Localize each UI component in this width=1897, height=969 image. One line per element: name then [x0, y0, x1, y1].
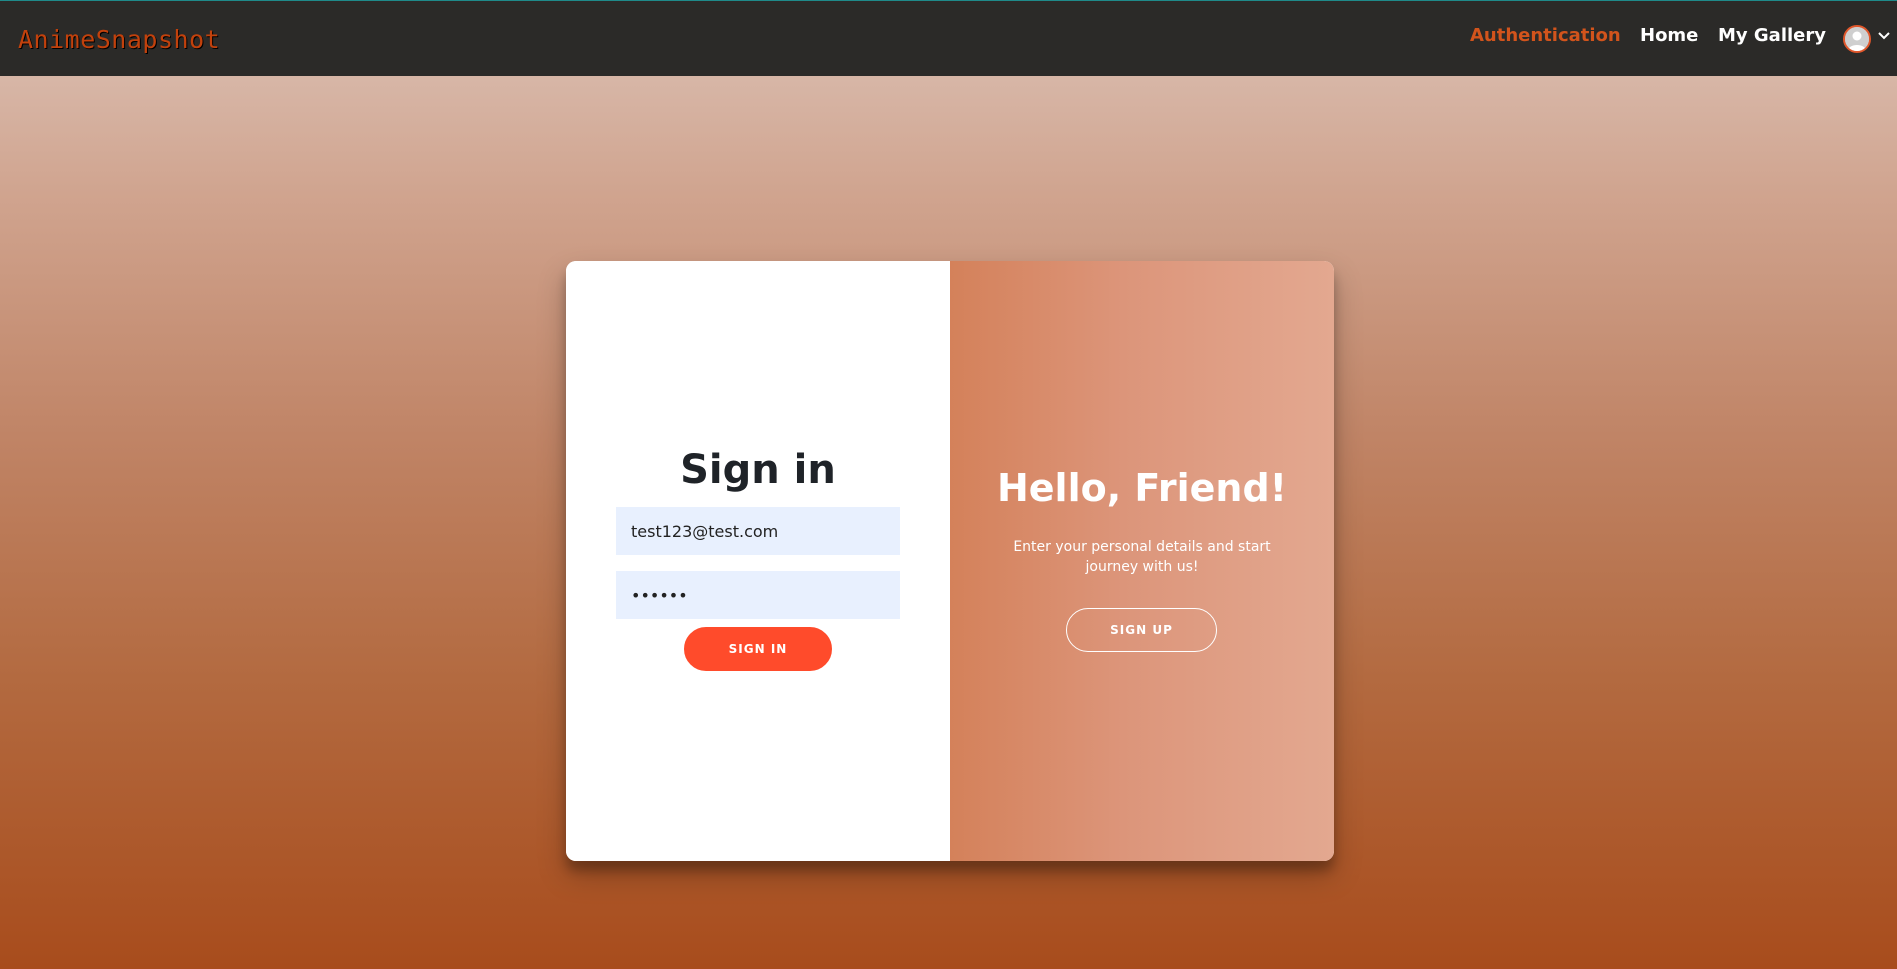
nav-authentication[interactable]: Authentication: [1470, 25, 1621, 46]
overlay-text: Enter your personal details and start jo…: [1013, 539, 1271, 575]
sign-in-panel: Sign in SIGN IN: [566, 261, 950, 861]
brand-logo[interactable]: AnimeSnapshot: [18, 25, 220, 54]
email-field[interactable]: [616, 507, 900, 555]
overlay-title: Hello, Friend!: [996, 466, 1288, 510]
password-field[interactable]: [616, 571, 900, 619]
navbar: AnimeSnapshot Authentication Home My Gal…: [0, 1, 1897, 76]
sign-in-button[interactable]: SIGN IN: [684, 627, 832, 671]
sign-up-button[interactable]: SIGN UP: [1066, 608, 1217, 652]
nav-my-gallery[interactable]: My Gallery: [1718, 25, 1826, 46]
auth-card: Sign in SIGN IN Hello, Friend! Enter you…: [566, 261, 1334, 861]
nav-home[interactable]: Home: [1640, 25, 1698, 46]
chevron-down-icon[interactable]: [1876, 28, 1892, 44]
overlay-panel: Hello, Friend! Enter your personal detai…: [950, 261, 1334, 861]
user-avatar-icon[interactable]: [1843, 25, 1871, 53]
sign-in-title: Sign in: [680, 447, 836, 493]
